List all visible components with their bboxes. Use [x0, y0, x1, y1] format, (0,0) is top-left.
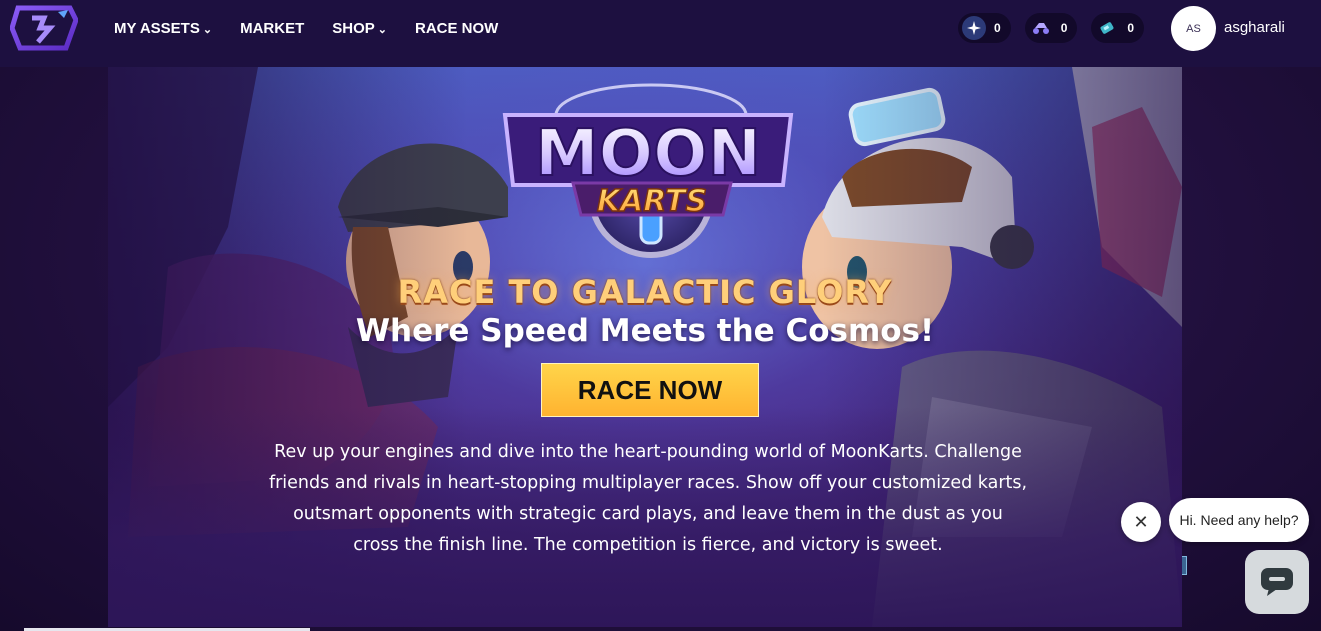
hero-banner: MOON KARTS RACE TO GALACTIC GLORY Where … [108, 67, 1182, 627]
nav-my-assets[interactable]: MY ASSETS ⌄ [114, 20, 212, 37]
currency-kart-value: 0 [1060, 21, 1068, 35]
chat-icon [1261, 568, 1293, 596]
chevron-down-icon: ⌄ [377, 23, 387, 36]
close-icon: ✕ [1133, 511, 1149, 533]
gem-token-icon [1095, 16, 1119, 40]
site-logo-icon[interactable] [9, 4, 79, 52]
nav-my-assets-label: MY ASSETS [114, 20, 200, 37]
chat-launcher-button[interactable] [1245, 550, 1309, 614]
top-navbar: MY ASSETS ⌄ MARKET SHOP ⌄ RACE NOW 0 0 0… [0, 0, 1321, 67]
currency-star[interactable]: 0 [958, 13, 1011, 43]
currency-gem-value: 0 [1127, 21, 1135, 35]
avatar[interactable]: AS [1171, 6, 1216, 51]
chat-greeting-bubble[interactable]: Hi. Need any help? [1169, 498, 1309, 542]
main-nav: MY ASSETS ⌄ MARKET SHOP ⌄ RACE NOW [114, 0, 526, 57]
currency-gem[interactable]: 0 [1091, 13, 1145, 43]
race-now-button[interactable]: RACE NOW [541, 363, 759, 417]
nav-race-now[interactable]: RACE NOW [415, 20, 498, 37]
nav-market-label: MARKET [240, 20, 305, 37]
logo-moon-text: MOON [535, 117, 761, 191]
kart-token-icon [1029, 16, 1053, 40]
hero-description: Rev up your engines and dive into the he… [268, 442, 1028, 555]
currency-kart[interactable]: 0 [1024, 13, 1078, 43]
currency-balances: 0 0 0 [958, 13, 1145, 43]
nav-race-now-label: RACE NOW [414, 20, 499, 37]
chevron-down-icon: ⌄ [202, 23, 213, 36]
logo-karts-text: KARTS [597, 184, 707, 219]
nav-market[interactable]: MARKET [240, 20, 304, 37]
nav-shop[interactable]: SHOP ⌄ [332, 20, 387, 37]
username[interactable]: asgharali [1224, 19, 1285, 36]
moonkarts-logo: MOON KARTS [493, 75, 803, 260]
currency-star-value: 0 [994, 21, 1001, 35]
hero-tagline: RACE TO GALACTIC GLORY [397, 273, 893, 311]
nav-shop-label: SHOP [332, 20, 375, 37]
hero-subtagline: Where Speed Meets the Cosmos! [355, 313, 935, 349]
star-token-icon [962, 16, 986, 40]
chat-close-button[interactable]: ✕ [1121, 502, 1161, 542]
